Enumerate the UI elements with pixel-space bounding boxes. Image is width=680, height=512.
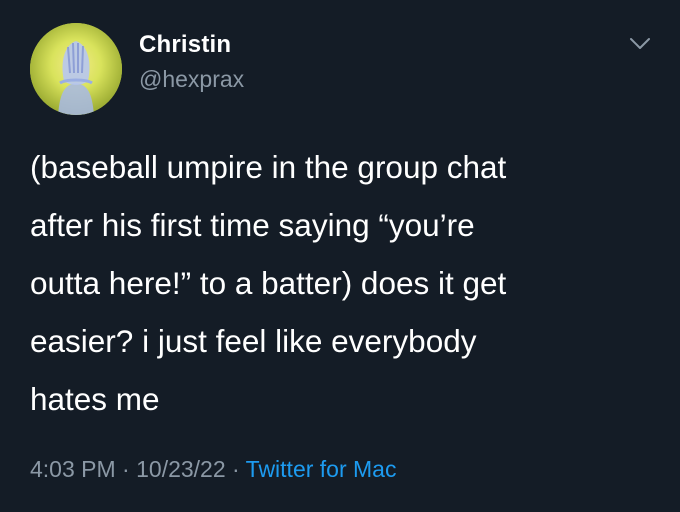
chevron-down-icon[interactable] (628, 36, 652, 52)
tweet-time[interactable]: 4:03 PM (30, 456, 116, 482)
avatar-image (30, 23, 122, 115)
display-name[interactable]: Christin (139, 31, 231, 59)
user-handle[interactable]: @hexprax (139, 66, 244, 93)
meta-separator: · (225, 456, 246, 482)
tweet-source-link[interactable]: Twitter for Mac (246, 456, 397, 482)
tweet-text: (baseball umpire in the group chat after… (30, 149, 507, 417)
avatar[interactable] (30, 23, 122, 115)
tweet-meta: 4:03 PM · 10/23/22 · Twitter for Mac (30, 456, 396, 483)
tweet-card: Christin @hexprax (baseball umpire in th… (0, 0, 680, 512)
meta-separator: · (115, 456, 137, 482)
tweet-date[interactable]: 10/23/22 (136, 456, 226, 482)
